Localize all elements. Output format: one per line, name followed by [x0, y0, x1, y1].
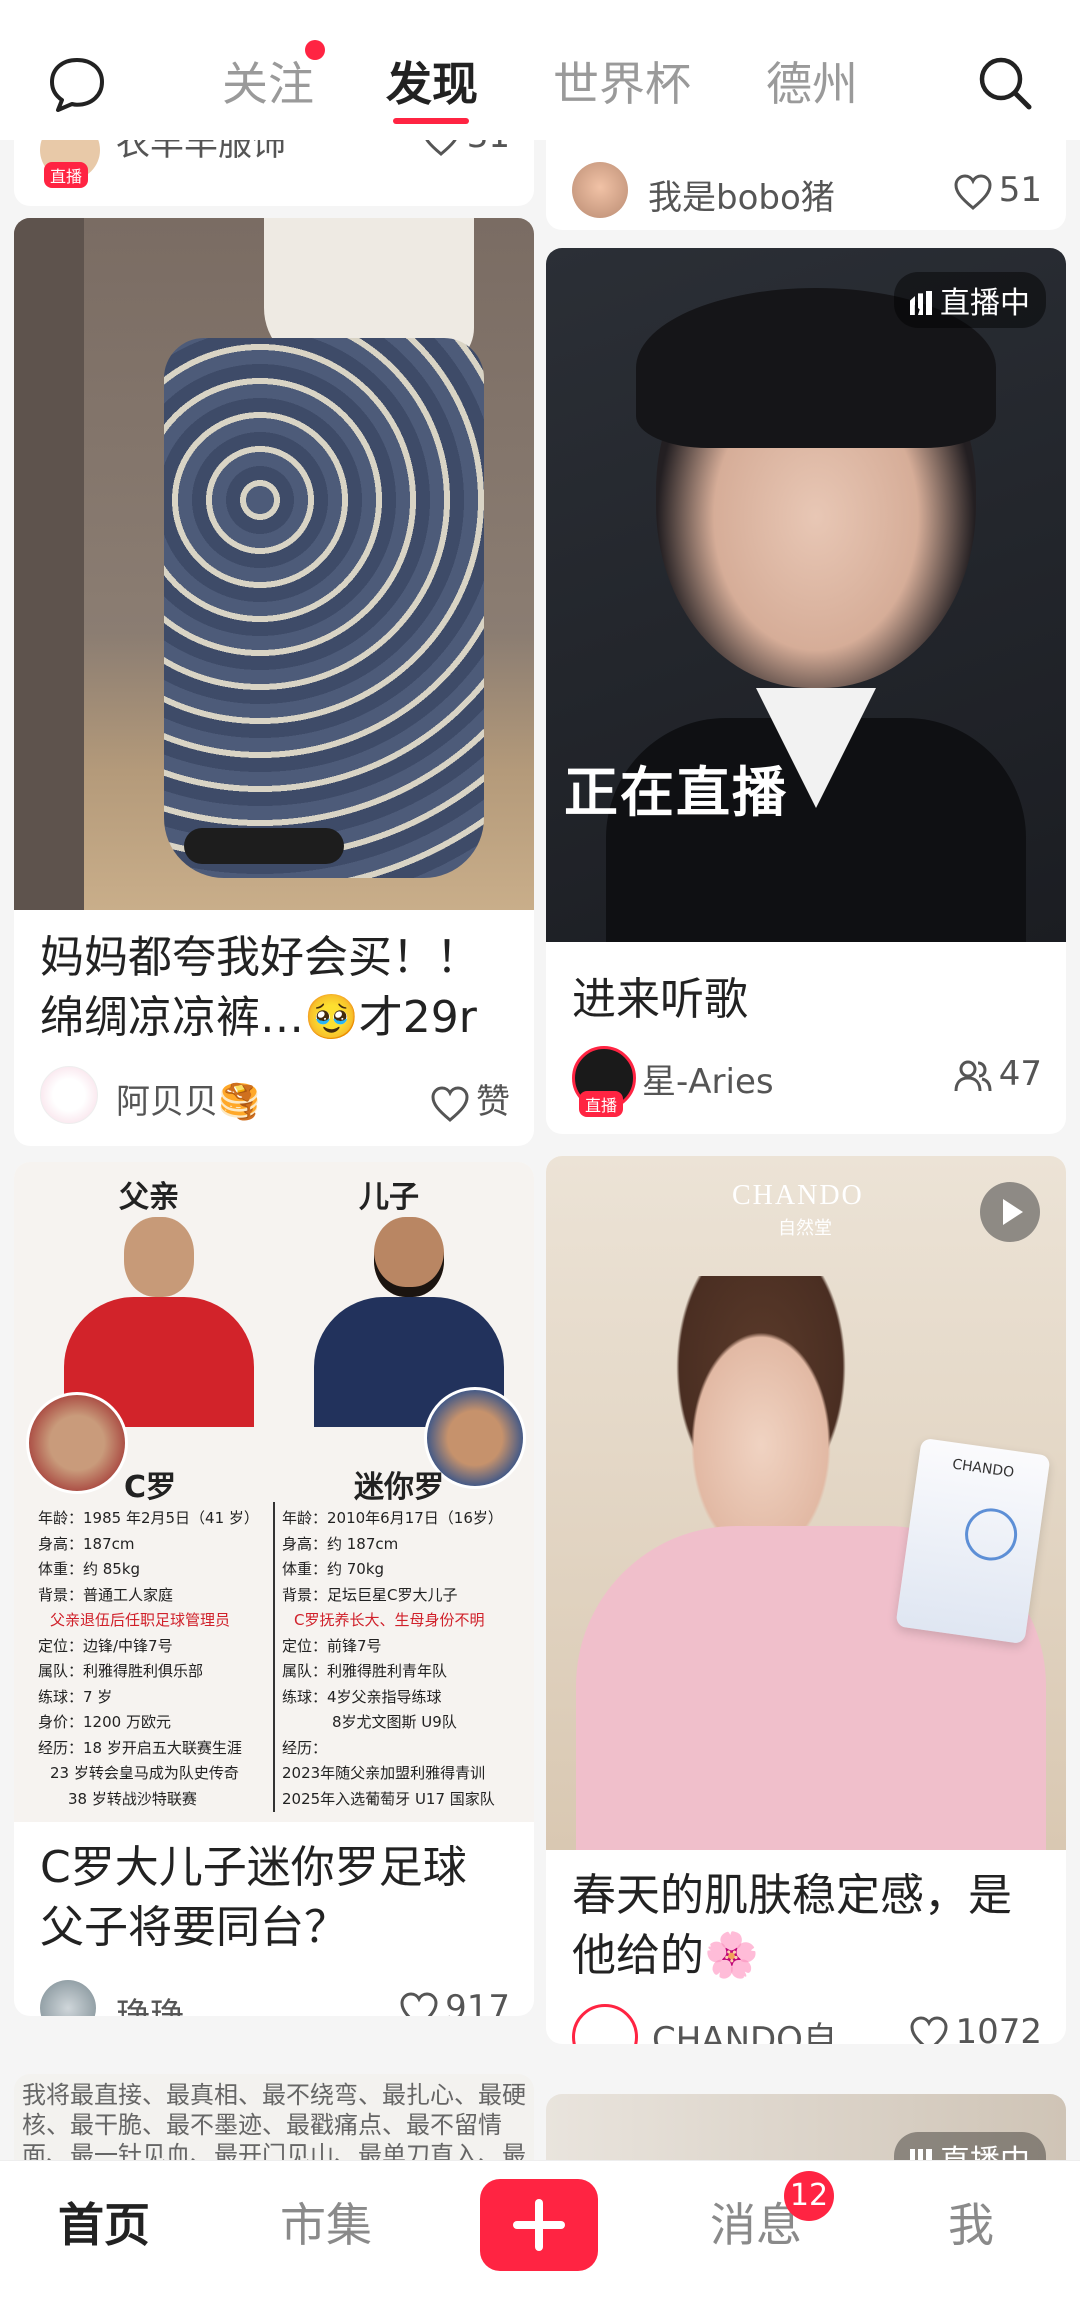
- card-title[interactable]: 进来听歌: [572, 970, 1040, 1030]
- live-overlay-text: 正在直播: [564, 760, 788, 824]
- heart-icon[interactable]: [399, 1991, 439, 2017]
- active-tab-indicator: [393, 118, 469, 124]
- avatar[interactable]: [572, 162, 628, 218]
- card-meta: 琤琤 917: [40, 1980, 510, 2016]
- heart-icon[interactable]: [430, 1085, 470, 1122]
- live-badge: 直播: [44, 162, 89, 188]
- tab-texas[interactable]: 德州: [766, 48, 858, 114]
- card-title[interactable]: 春天的肌肤稳定感，是他给的🌸: [572, 1866, 1040, 1986]
- brand-logo: CHANDO: [732, 1180, 864, 1211]
- avatar[interactable]: [40, 1066, 98, 1124]
- card-title[interactable]: 妈妈都夸我好会买！！绵绸凉凉裤…🥹才29r: [40, 928, 508, 1048]
- son-name: 迷你罗: [354, 1470, 444, 1505]
- heart-icon[interactable]: [953, 173, 993, 210]
- author-name[interactable]: 琤琤: [116, 1988, 184, 2016]
- feed-card-live[interactable]: 正在直播 直播中 进来听歌 直播 星-Aries 47: [546, 248, 1066, 1134]
- feed-card[interactable]: 父亲 儿子 C罗 迷你罗 年龄：1985 年2月5日（41 岁） 身高：187c…: [14, 1162, 534, 2016]
- nav-market[interactable]: 市集: [280, 2189, 372, 2255]
- son-details: 年龄：2010年6月17日（16岁） 身高：约 187cm 体重：约 70kg …: [282, 1509, 503, 1808]
- infographic-right-header: 儿子: [359, 1180, 419, 1215]
- father-inset: [26, 1392, 128, 1494]
- cover-image[interactable]: [14, 218, 534, 910]
- heart-icon[interactable]: [909, 2015, 949, 2045]
- like-count[interactable]: 1072: [909, 2012, 1042, 2044]
- brand-logo-cn: 自然堂: [778, 1218, 832, 1239]
- message-count-badge: 12: [784, 2171, 834, 2221]
- card-meta: 我是bobo猪 51: [572, 162, 1042, 222]
- cover-image-infographic[interactable]: 父亲 儿子 C罗 迷你罗 年龄：1985 年2月5日（41 岁） 身高：187c…: [14, 1162, 534, 1822]
- live-bars-icon: [910, 291, 932, 315]
- feed-card[interactable]: 妈妈都夸我好会买！！绵绸凉凉裤…🥹才29r 阿贝贝🥞 赞: [14, 218, 534, 1146]
- live-tag: 直播中: [894, 272, 1046, 328]
- author-name[interactable]: 我是bobo猪: [648, 170, 835, 219]
- plus-icon: [513, 2199, 565, 2251]
- tab-discover[interactable]: 发现: [386, 48, 478, 114]
- avatar[interactable]: 直播: [572, 1046, 636, 1117]
- like-count[interactable]: 赞: [430, 1074, 510, 1123]
- top-nav: 关注 发现 世界杯 德州: [0, 0, 1080, 140]
- nav-me[interactable]: 我: [948, 2189, 994, 2255]
- viewers-icon: [954, 1060, 992, 1091]
- avatar[interactable]: 直播: [572, 2004, 638, 2044]
- author-name[interactable]: CHANDO自…: [652, 2012, 871, 2044]
- avatar[interactable]: [40, 1980, 96, 2016]
- product-pack: CHANDO: [895, 1437, 1051, 1645]
- card-meta: 直播 星-Aries 47: [572, 1046, 1042, 1117]
- cover-image[interactable]: 正在直播 直播中: [546, 248, 1066, 942]
- feed-card[interactable]: CHANDO 自然堂 CHANDO 春天的肌肤稳定感，是他给的🌸 直播 CHAN…: [546, 1156, 1066, 2044]
- card-meta: 阿贝贝🥞 赞: [40, 1066, 510, 1126]
- like-count[interactable]: 917: [399, 1988, 510, 2016]
- unread-dot: [305, 40, 325, 60]
- infographic-left-header: 父亲: [119, 1180, 179, 1215]
- author-name[interactable]: 阿贝贝🥞: [116, 1074, 260, 1123]
- card-meta: 直播 CHANDO自… 1072: [572, 2004, 1042, 2044]
- like-count[interactable]: 51: [953, 170, 1042, 210]
- post-button[interactable]: [480, 2179, 598, 2271]
- viewer-count: 47: [953, 1054, 1042, 1094]
- tab-world-cup[interactable]: 世界杯: [553, 48, 691, 114]
- father-name: C罗: [124, 1470, 177, 1505]
- play-icon[interactable]: [980, 1182, 1040, 1242]
- chat-bubble-icon[interactable]: [48, 56, 106, 118]
- cover-image[interactable]: CHANDO 自然堂 CHANDO: [546, 1156, 1066, 1850]
- live-badge: 直播: [579, 1091, 624, 1117]
- card-title[interactable]: C罗大儿子迷你罗足球父子将要同台？: [40, 1838, 508, 1958]
- author-name[interactable]: 星-Aries: [642, 1054, 774, 1103]
- father-details: 年龄：1985 年2月5日（41 岁） 身高：187cm 体重：约 85kg 背…: [38, 1509, 259, 1808]
- bottom-nav: 首页 市集 消息 12 我: [0, 2160, 1080, 2298]
- search-icon[interactable]: [976, 54, 1034, 116]
- nav-home[interactable]: 首页: [58, 2189, 150, 2255]
- tab-follow[interactable]: 关注: [222, 48, 314, 114]
